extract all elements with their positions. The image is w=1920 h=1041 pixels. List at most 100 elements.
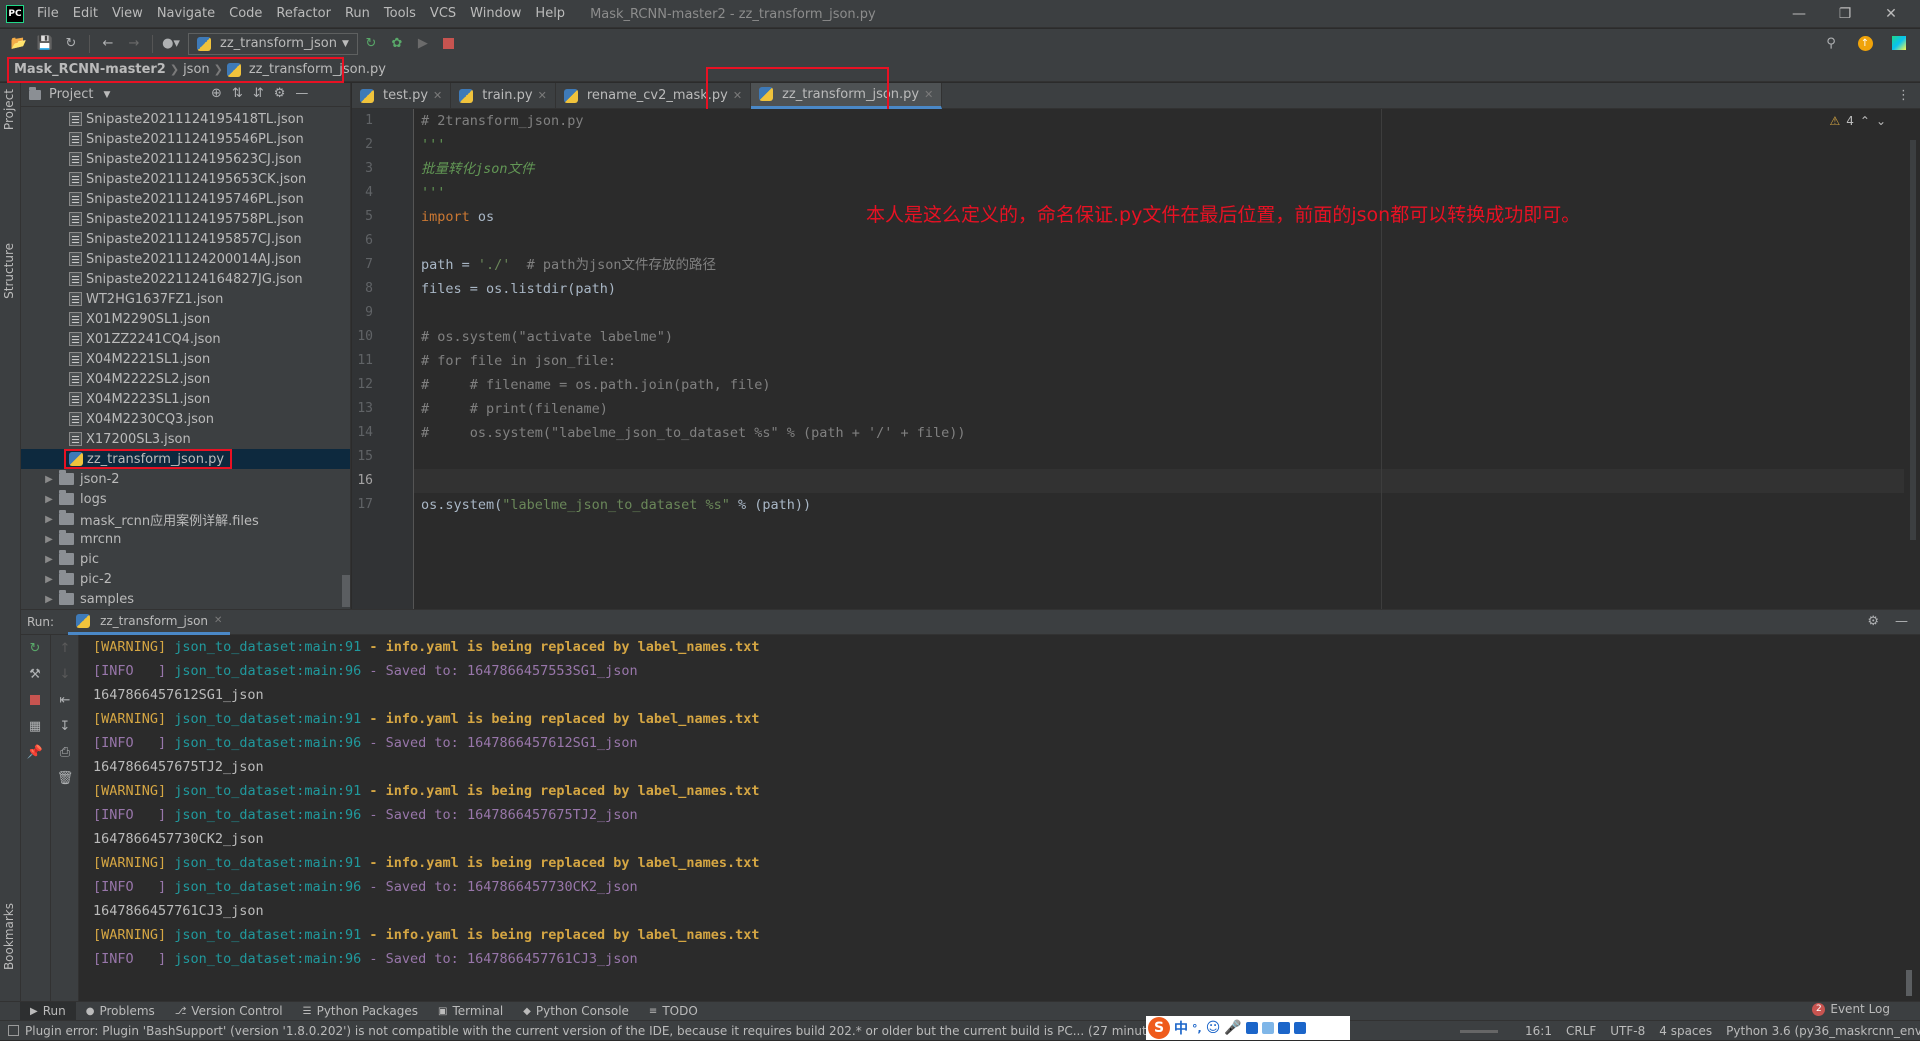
inspection-widget[interactable]: ⚠ 4 ⌃ ⌄ (1829, 114, 1886, 128)
sync-icon[interactable]: ↻ (61, 34, 81, 54)
grid-icon[interactable] (1293, 1022, 1306, 1034)
close-tab-icon[interactable]: ✕ (538, 89, 547, 102)
tree-item-folder[interactable]: ▶ mask_rcnn应用案例详解.files (21, 509, 350, 529)
ime-mode[interactable]: 中 (1174, 1018, 1188, 1038)
trash-icon[interactable]: 🗑 (51, 765, 79, 791)
tree-item-file[interactable]: Snipaste20211124195546PL.json (21, 129, 350, 149)
bottom-tab-version-control[interactable]: ⎇ Version Control (165, 1002, 293, 1021)
tree-item-file[interactable]: Snipaste20221124164827JG.json (21, 269, 350, 289)
bottom-tab-problems[interactable]: ● Problems (76, 1002, 165, 1021)
back-icon[interactable]: ← (98, 34, 118, 54)
editor-tab[interactable]: test.py ✕ (352, 82, 452, 109)
skin-icon[interactable] (1261, 1022, 1274, 1034)
expand-arrow-icon[interactable]: ▶ (43, 574, 55, 585)
expand-arrow-icon[interactable]: ▶ (43, 514, 55, 525)
tree-item-file[interactable]: X01ZZ2241CQ4.json (21, 329, 350, 349)
wrench-icon[interactable]: ⚒ (21, 661, 49, 687)
menu-item-view[interactable]: View (105, 0, 150, 28)
collapse-all-icon[interactable]: ⇵ (253, 86, 264, 101)
layout-icon[interactable]: ▦ (21, 713, 49, 739)
tree-item-folder[interactable]: ▶ json-2 (21, 469, 350, 489)
bottom-tab-todo[interactable]: ≡ TODO (639, 1002, 708, 1021)
expand-arrow-icon[interactable]: ▶ (43, 474, 55, 485)
bottom-tab-terminal[interactable]: ▣ Terminal (428, 1002, 513, 1021)
bottom-tab-python-packages[interactable]: ☰ Python Packages (293, 1002, 428, 1021)
caret-position[interactable]: 16:1 (1518, 1024, 1559, 1038)
close-tab-icon[interactable]: ✕ (214, 615, 222, 626)
rerun-icon[interactable]: ↻ (361, 34, 381, 54)
hide-icon[interactable]: — (295, 86, 308, 101)
python-interpreter[interactable]: Python 3.6 (py36_maskrcnn_env) (1719, 1024, 1920, 1038)
menu-item-navigate[interactable]: Navigate (150, 0, 222, 28)
tree-item-file[interactable]: X04M2230CQ3.json (21, 409, 350, 429)
search-icon[interactable]: ⚲ (1821, 33, 1841, 53)
scroll-down-icon[interactable]: ↓ (51, 661, 79, 687)
file-encoding[interactable]: UTF-8 (1603, 1024, 1652, 1038)
tree-item-file[interactable]: X04M2221SL1.json (21, 349, 350, 369)
hide-icon[interactable]: — (1895, 614, 1908, 629)
editor-tab[interactable]: train.py ✕ (451, 82, 556, 109)
menu-item-help[interactable]: Help (528, 0, 572, 28)
bookmarks-tool-tab[interactable]: Bookmarks (2, 903, 16, 970)
toolbox-icon[interactable] (1889, 33, 1909, 53)
expand-arrow-icon[interactable]: ▶ (43, 594, 55, 605)
ime-toolbar[interactable]: S 中 °, ☺ 🎤 (1146, 1016, 1350, 1040)
close-window-icon[interactable]: ✕ (1868, 0, 1914, 28)
event-log-button[interactable]: 2 Event Log (1812, 1002, 1890, 1016)
menu-item-refactor[interactable]: Refactor (269, 0, 338, 28)
chevron-up-icon[interactable]: ⌃ (1860, 114, 1870, 128)
restore-icon[interactable]: ❐ (1822, 0, 1868, 28)
update-icon[interactable]: ↑ (1855, 33, 1875, 53)
tree-item-folder[interactable]: ▶ pic (21, 549, 350, 569)
expand-all-icon[interactable]: ⇅ (232, 86, 243, 101)
menu-item-vcs[interactable]: VCS (423, 0, 463, 28)
tree-item-file[interactable]: X04M2222SL2.json (21, 369, 350, 389)
project-tool-tab[interactable]: Project (2, 89, 16, 130)
menu-item-file[interactable]: File (30, 0, 66, 28)
tree-item-file[interactable]: Snipaste20211124195758PL.json (21, 209, 350, 229)
chevron-down-icon[interactable]: ▼ (103, 90, 110, 100)
ime-logo-icon[interactable]: S (1148, 1017, 1170, 1039)
minimize-icon[interactable]: — (1776, 0, 1822, 28)
emoji-icon[interactable]: ☺ (1206, 1020, 1221, 1036)
gear-icon[interactable]: ⚙ (274, 86, 286, 101)
tree-item-folder[interactable]: ▶ samples (21, 589, 350, 609)
stop-icon[interactable] (21, 687, 49, 713)
save-icon[interactable]: 💾 (35, 34, 55, 54)
line-separator[interactable]: CRLF (1559, 1024, 1603, 1038)
scroll-up-icon[interactable]: ↑ (51, 635, 79, 661)
menu-item-run[interactable]: Run (338, 0, 377, 28)
scroll-to-end-icon[interactable]: ↧ (51, 713, 79, 739)
menu-item-code[interactable]: Code (222, 0, 269, 28)
menu-item-tools[interactable]: Tools (377, 0, 423, 28)
run-configuration-select[interactable]: zz_transform_json ▼ (188, 32, 358, 55)
coverage-icon[interactable]: ▶ (413, 34, 433, 54)
structure-tool-tab[interactable]: Structure (2, 243, 16, 299)
vcs-user-icon[interactable]: ●▾ (161, 34, 181, 54)
tree-item-file[interactable]: Snipaste20211124195857CJ.json (21, 229, 350, 249)
keyboard-icon[interactable] (1245, 1022, 1258, 1034)
expand-arrow-icon[interactable]: ▶ (43, 534, 55, 545)
menu-item-edit[interactable]: Edit (66, 0, 105, 28)
pin-icon[interactable]: 📌 (21, 739, 49, 765)
chevron-down-icon[interactable]: ⌄ (1876, 114, 1886, 128)
tree-item-file[interactable]: Snipaste20211124200014AJ.json (21, 249, 350, 269)
locate-icon[interactable]: ⊕ (211, 86, 222, 101)
debug-icon[interactable]: ✿ (387, 34, 407, 54)
tree-item-file[interactable]: X17200SL3.json (21, 429, 350, 449)
expand-arrow-icon[interactable]: ▶ (43, 554, 55, 565)
tree-item-file[interactable]: Snipaste20211124195418TL.json (21, 109, 350, 129)
project-scrollbar[interactable] (342, 575, 350, 607)
bottom-tab-python-console[interactable]: ◆ Python Console (513, 1002, 639, 1021)
status-message[interactable]: Plugin error: Plugin 'BashSupport' (vers… (25, 1024, 1191, 1038)
tree-item-folder[interactable]: ▶ pic-2 (21, 569, 350, 589)
tree-item-folder[interactable]: ▶ logs (21, 489, 350, 509)
microphone-icon[interactable]: 🎤 (1224, 1020, 1241, 1036)
ime-punctuation[interactable]: °, (1192, 1022, 1202, 1035)
bottom-tab-run[interactable]: ▶ Run (20, 1001, 76, 1021)
print-icon[interactable]: ⎙ (51, 739, 79, 765)
tree-item-file[interactable]: WT2HG1637FZ1.json (21, 289, 350, 309)
close-tab-icon[interactable]: ✕ (433, 89, 442, 102)
project-panel-title[interactable]: Project (49, 87, 93, 102)
tree-item-folder[interactable]: ▶ mrcnn (21, 529, 350, 549)
